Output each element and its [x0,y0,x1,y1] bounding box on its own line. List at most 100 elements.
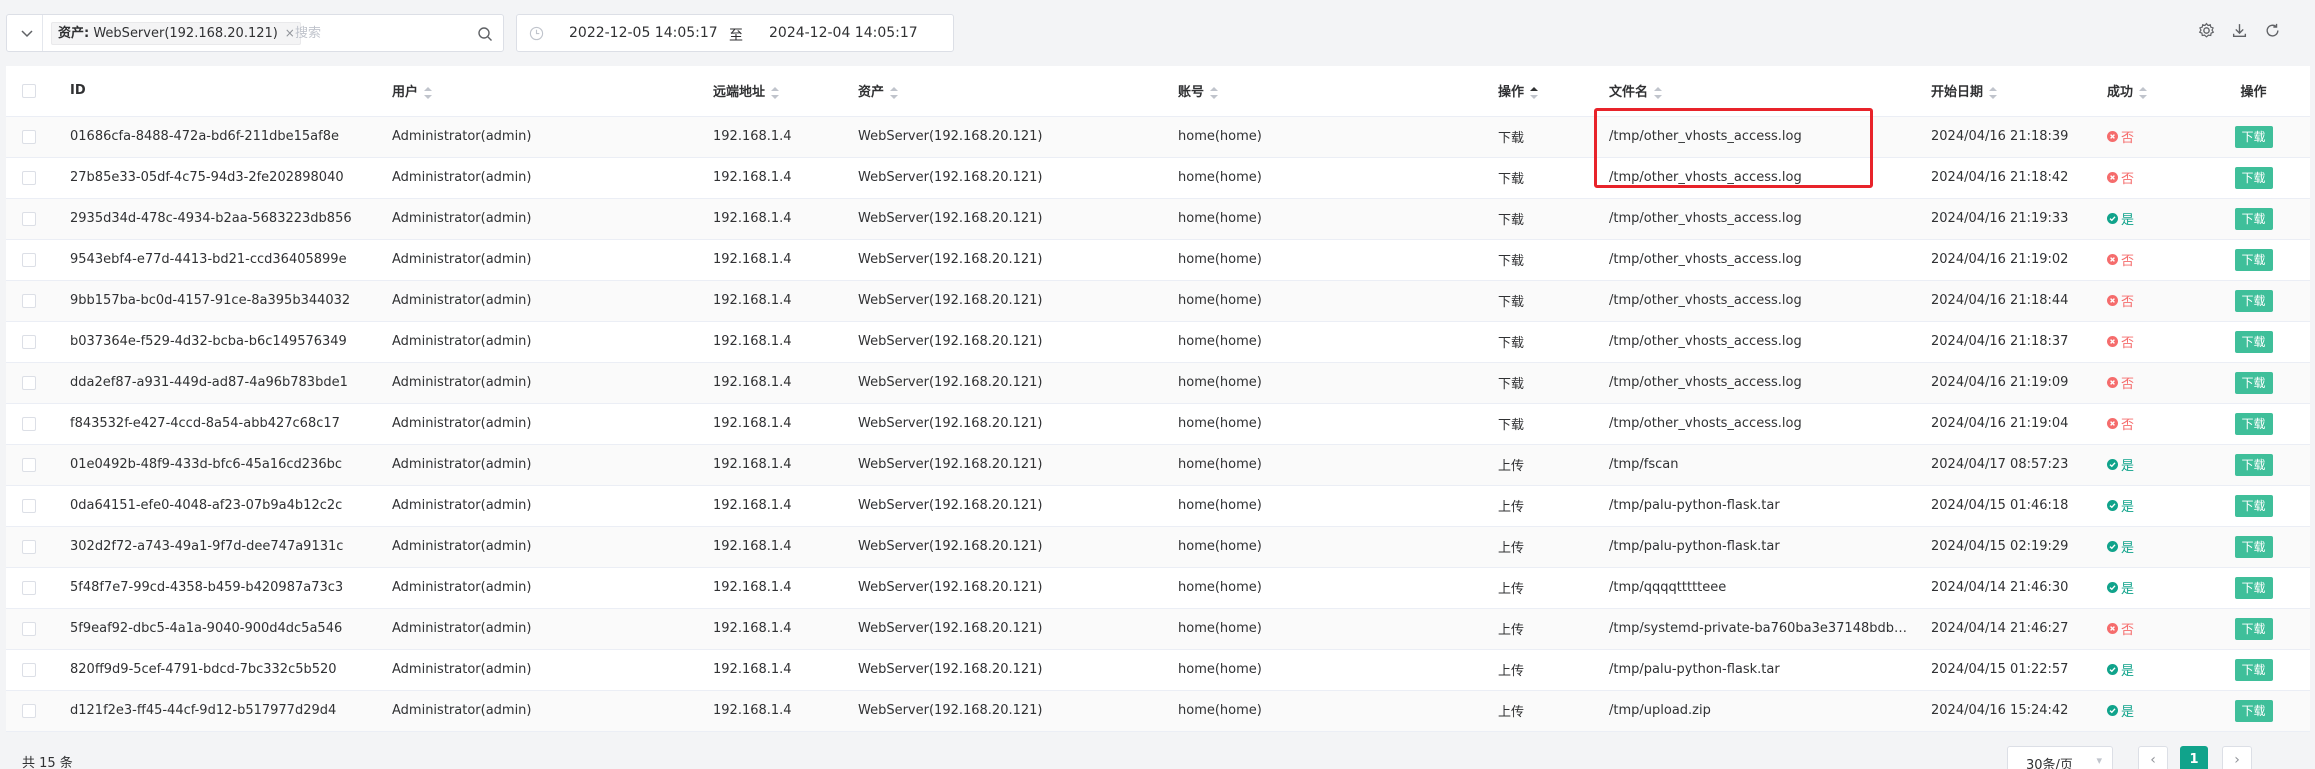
next-page-button[interactable]: › [2222,746,2252,769]
row-checkbox[interactable] [22,334,36,349]
header-success[interactable]: 成功 [2097,66,2197,117]
row-checkbox[interactable] [22,375,36,390]
cell-success: 是 [2097,690,2197,732]
prev-page-button[interactable]: ‹ [2138,746,2168,769]
row-select-cell [6,239,50,281]
sort-icon[interactable] [1989,86,1998,99]
header-asset[interactable]: 资产 [848,66,1168,117]
download-button[interactable]: 下载 [2234,412,2273,435]
status-badge: 是 [2107,209,2134,228]
cell-asset: WebServer(192.168.20.121) [848,157,1168,199]
row-checkbox[interactable] [22,416,36,431]
download-icon[interactable] [2231,22,2248,39]
download-button[interactable]: 下载 [2234,330,2273,353]
chevron-right-icon: › [2234,752,2240,768]
table-row[interactable]: 0da64151-efe0-4048-af23-07b9a4b12c2c Admi… [6,485,2310,527]
cell-operate: 上传 [1488,690,1599,732]
search-input[interactable] [295,21,455,45]
date-range-start[interactable]: 2022-12-05 14:05:17 [569,25,718,41]
header-id: ID [50,66,372,117]
row-checkbox[interactable] [22,580,36,595]
download-button[interactable]: 下载 [2234,166,2273,189]
filter-bar: 资产: WebServer(192.168.20.121) × [6,14,504,52]
select-all-checkbox[interactable] [22,83,36,98]
download-button[interactable]: 下载 [2234,494,2273,517]
header-start-date[interactable]: 开始日期 [1921,66,2097,117]
table-row[interactable]: dda2ef87-a931-449d-ad87-4a96b783bde1 Admi… [6,362,2310,404]
table-row[interactable]: 01686cfa-8488-472a-bd6f-211dbe15af8e Admi… [6,116,2310,158]
search-icon[interactable] [477,26,493,42]
download-button[interactable]: 下载 [2234,576,2273,599]
header-user[interactable]: 用户 [372,66,693,117]
table-row[interactable]: f843532f-e427-4ccd-8a54-abb427c68c17 Admi… [6,403,2310,445]
header-account[interactable]: 账号 [1168,66,1488,117]
sort-icon[interactable] [1530,86,1539,99]
status-text: 是 [2121,213,2135,228]
sort-icon[interactable] [771,86,780,99]
table-row[interactable]: 27b85e33-05df-4c75-94d3-2fe202898040 Admi… [6,157,2310,199]
download-button[interactable]: 下载 [2234,289,2273,312]
cell-success: 是 [2097,649,2197,691]
cell-account: home(home) [1168,280,1488,322]
table-row[interactable]: 9bb157ba-bc0d-4157-91ce-8a395b344032 Admi… [6,280,2310,322]
download-button[interactable]: 下载 [2234,658,2273,681]
row-checkbox[interactable] [22,662,36,677]
row-checkbox[interactable] [22,539,36,554]
download-button[interactable]: 下载 [2234,125,2273,148]
row-checkbox[interactable] [22,703,36,718]
chevron-down-icon[interactable] [17,23,37,43]
sort-icon[interactable] [1654,86,1663,99]
header-operate[interactable]: 操作 [1488,66,1599,117]
table-row[interactable]: d121f2e3-ff45-44cf-9d12-b517977d29d4 Admi… [6,690,2310,732]
row-checkbox[interactable] [22,170,36,185]
settings-icon[interactable] [2198,22,2215,39]
table-row[interactable]: b037364e-f529-4d32-bcba-b6c149576349 Admi… [6,321,2310,363]
sort-icon[interactable] [424,86,433,99]
refresh-icon[interactable] [2264,22,2281,39]
cell-success: 否 [2097,362,2197,404]
header-filename[interactable]: 文件名 [1599,66,1921,117]
sort-icon[interactable] [890,86,899,99]
sort-icon[interactable] [1210,86,1219,99]
close-icon[interactable]: × [285,23,295,44]
sort-icon[interactable] [2139,86,2148,99]
table-row[interactable]: 5f9eaf92-dbc5-4a1a-9040-900d4dc5a546 Admi… [6,608,2310,650]
row-checkbox[interactable] [22,498,36,513]
table-row[interactable]: 01e0492b-48f9-433d-bfc6-45a16cd236bc Admi… [6,444,2310,486]
check-circle-icon [2107,582,2118,593]
status-badge: 是 [2107,537,2134,556]
download-button[interactable]: 下载 [2234,207,2273,230]
cell-asset: WebServer(192.168.20.121) [848,116,1168,158]
download-button[interactable]: 下载 [2234,248,2273,271]
download-button[interactable]: 下载 [2234,699,2273,722]
cell-filename: /tmp/other_vhosts_access.log [1599,157,1921,199]
row-checkbox[interactable] [22,293,36,308]
table-header-row: ID 用户 远端地址 资产 账号 操作 文件名 开始日期 成功 操作 [6,66,2310,117]
table-row[interactable]: 9543ebf4-e77d-4413-bd21-ccd36405899e Admi… [6,239,2310,281]
date-range-picker[interactable]: 2022-12-05 14:05:17 至 2024-12-04 14:05:1… [516,14,954,52]
table-row[interactable]: 5f48f7e7-99cd-4358-b459-b420987a73c3 Admi… [6,567,2310,609]
status-badge: 否 [2107,127,2134,146]
cell-remote: 192.168.1.4 [693,690,848,732]
row-checkbox[interactable] [22,129,36,144]
table-row[interactable]: 2935d34d-478c-4934-b2aa-5683223db856 Admi… [6,198,2310,240]
header-remote[interactable]: 远端地址 [693,66,848,117]
table-row[interactable]: 820ff9d9-5cef-4791-bdcd-7bc332c5b520 Admi… [6,649,2310,691]
download-button[interactable]: 下载 [2234,371,2273,394]
download-button[interactable]: 下载 [2234,535,2273,558]
x-circle-icon [2107,254,2118,265]
page-size-select[interactable]: 30条/页 ▾ [2007,746,2113,769]
page-number-current[interactable]: 1 [2180,746,2208,769]
row-checkbox[interactable] [22,457,36,472]
row-checkbox[interactable] [22,211,36,226]
header-id-label: ID [70,83,86,99]
cell-success: 否 [2097,157,2197,199]
row-checkbox[interactable] [22,621,36,636]
cell-operate: 下载 [1488,198,1599,240]
download-button[interactable]: 下载 [2234,453,2273,476]
check-circle-icon [2107,213,2118,224]
table-row[interactable]: 302d2f72-a743-49a1-9f7d-dee747a9131c Admi… [6,526,2310,568]
download-button[interactable]: 下载 [2234,617,2273,640]
date-range-end[interactable]: 2024-12-04 14:05:17 [769,25,918,41]
row-checkbox[interactable] [22,252,36,267]
